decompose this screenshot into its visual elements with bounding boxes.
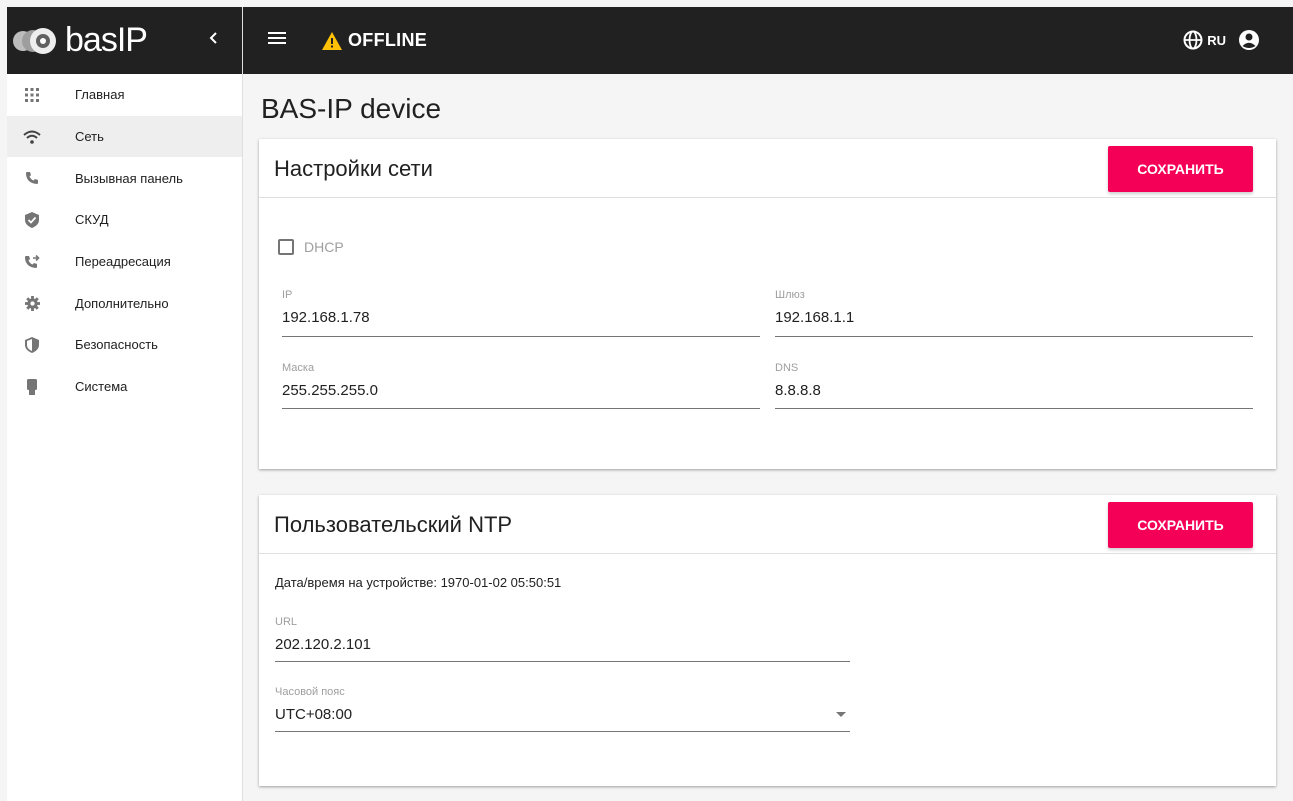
warning-icon [322,31,342,50]
sidebar-item-label: Безопасность [75,337,158,353]
apps-grid-icon [22,87,42,102]
device-time: Дата/время на устройстве: 1970-01-02 05:… [275,575,562,590]
gateway-input[interactable] [775,309,1253,326]
ip-field[interactable]: IP [282,289,760,337]
wifi-icon [22,130,42,144]
sidebar-item-label: Система [75,379,128,395]
phone-icon [22,171,42,185]
page-title: BAS-IP device [261,93,442,124]
dropdown-arrow-icon [836,712,846,717]
ntp-settings-card: Пользовательский NTP СОХРАНИТЬ Дата/врем… [259,495,1276,786]
sidebar-item-forwarding[interactable]: Переадресация [7,241,242,283]
chevron-left-icon [209,32,217,44]
field-label: Часовой пояс [275,686,345,698]
globe-icon[interactable] [1183,30,1203,50]
save-ntp-button[interactable]: СОХРАНИТЬ [1108,502,1253,548]
hamburger-icon [268,32,286,44]
mask-input[interactable] [282,382,760,399]
sidebar-nav: Главная Сеть Вызывная панель СКУД Переад… [7,74,242,408]
field-label: DNS [775,362,799,374]
status-text: OFFLINE [348,30,428,50]
device-icon [22,378,42,395]
collapse-sidebar-button[interactable] [203,29,223,51]
sidebar-item-label: Дополнительно [75,295,169,311]
dhcp-checkbox[interactable] [278,239,294,255]
sidebar-item-access-control[interactable]: СКУД [7,199,242,241]
gateway-field[interactable]: Шлюз [775,289,1253,337]
sidebar-item-home[interactable]: Главная [7,74,242,116]
dhcp-option[interactable]: DHCP [278,239,344,255]
logo-text: basIP [65,21,148,59]
dhcp-label: DHCP [304,239,344,255]
sidebar-item-label: Сеть [75,129,104,145]
mask-field[interactable]: Маска [282,362,760,409]
security-shield-icon [22,336,42,353]
card-header: Пользовательский NTP СОХРАНИТЬ [259,495,1276,554]
dns-field[interactable]: DNS [775,362,1253,409]
sidebar-item-advanced[interactable]: Дополнительно [7,282,242,324]
connection-status: OFFLINE [322,30,427,51]
sidebar-item-system[interactable]: Система [7,366,242,408]
language-selector[interactable]: RU [1207,33,1226,48]
dns-input[interactable] [775,382,1253,399]
sidebar: basIP Главная Сеть Вызывная панель СКУД … [7,7,243,801]
phone-forward-icon [22,254,42,269]
sidebar-item-label: СКУД [75,212,109,228]
shield-check-icon [22,211,42,228]
logo-icon [13,27,56,54]
card-title: Настройки сети [274,156,433,181]
field-label: Шлюз [775,289,805,301]
field-label: Маска [282,362,315,374]
sidebar-item-call-panel[interactable]: Вызывная панель [7,157,242,199]
logo: basIP [11,21,148,60]
sidebar-header: basIP [7,7,242,74]
ntp-url-input[interactable] [275,636,850,653]
card-header: Настройки сети СОХРАНИТЬ [259,139,1276,198]
sidebar-item-label: Главная [75,87,125,103]
sidebar-item-label: Переадресация [75,254,171,270]
gear-icon [22,295,42,311]
sidebar-item-label: Вызывная панель [75,170,183,186]
card-title: Пользовательский NTP [274,512,513,537]
menu-button[interactable] [268,31,286,50]
field-label: URL [275,616,298,628]
sidebar-item-network[interactable]: Сеть [7,115,242,158]
timezone-value: UTC+08:00 [275,706,353,723]
sidebar-item-security[interactable]: Безопасность [7,324,242,366]
ip-input[interactable] [282,309,760,326]
top-bar: OFFLINE RU [243,7,1293,74]
account-icon[interactable] [1238,29,1260,51]
network-settings-card: Настройки сети СОХРАНИТЬ DHCP IP Шлюз Ма… [259,139,1276,469]
timezone-select[interactable]: Часовой пояс UTC+08:00 [275,686,850,732]
field-label: IP [282,289,293,301]
save-network-button[interactable]: СОХРАНИТЬ [1108,146,1253,192]
top-actions: RU [1183,29,1260,51]
ntp-url-field[interactable]: URL [275,616,850,662]
